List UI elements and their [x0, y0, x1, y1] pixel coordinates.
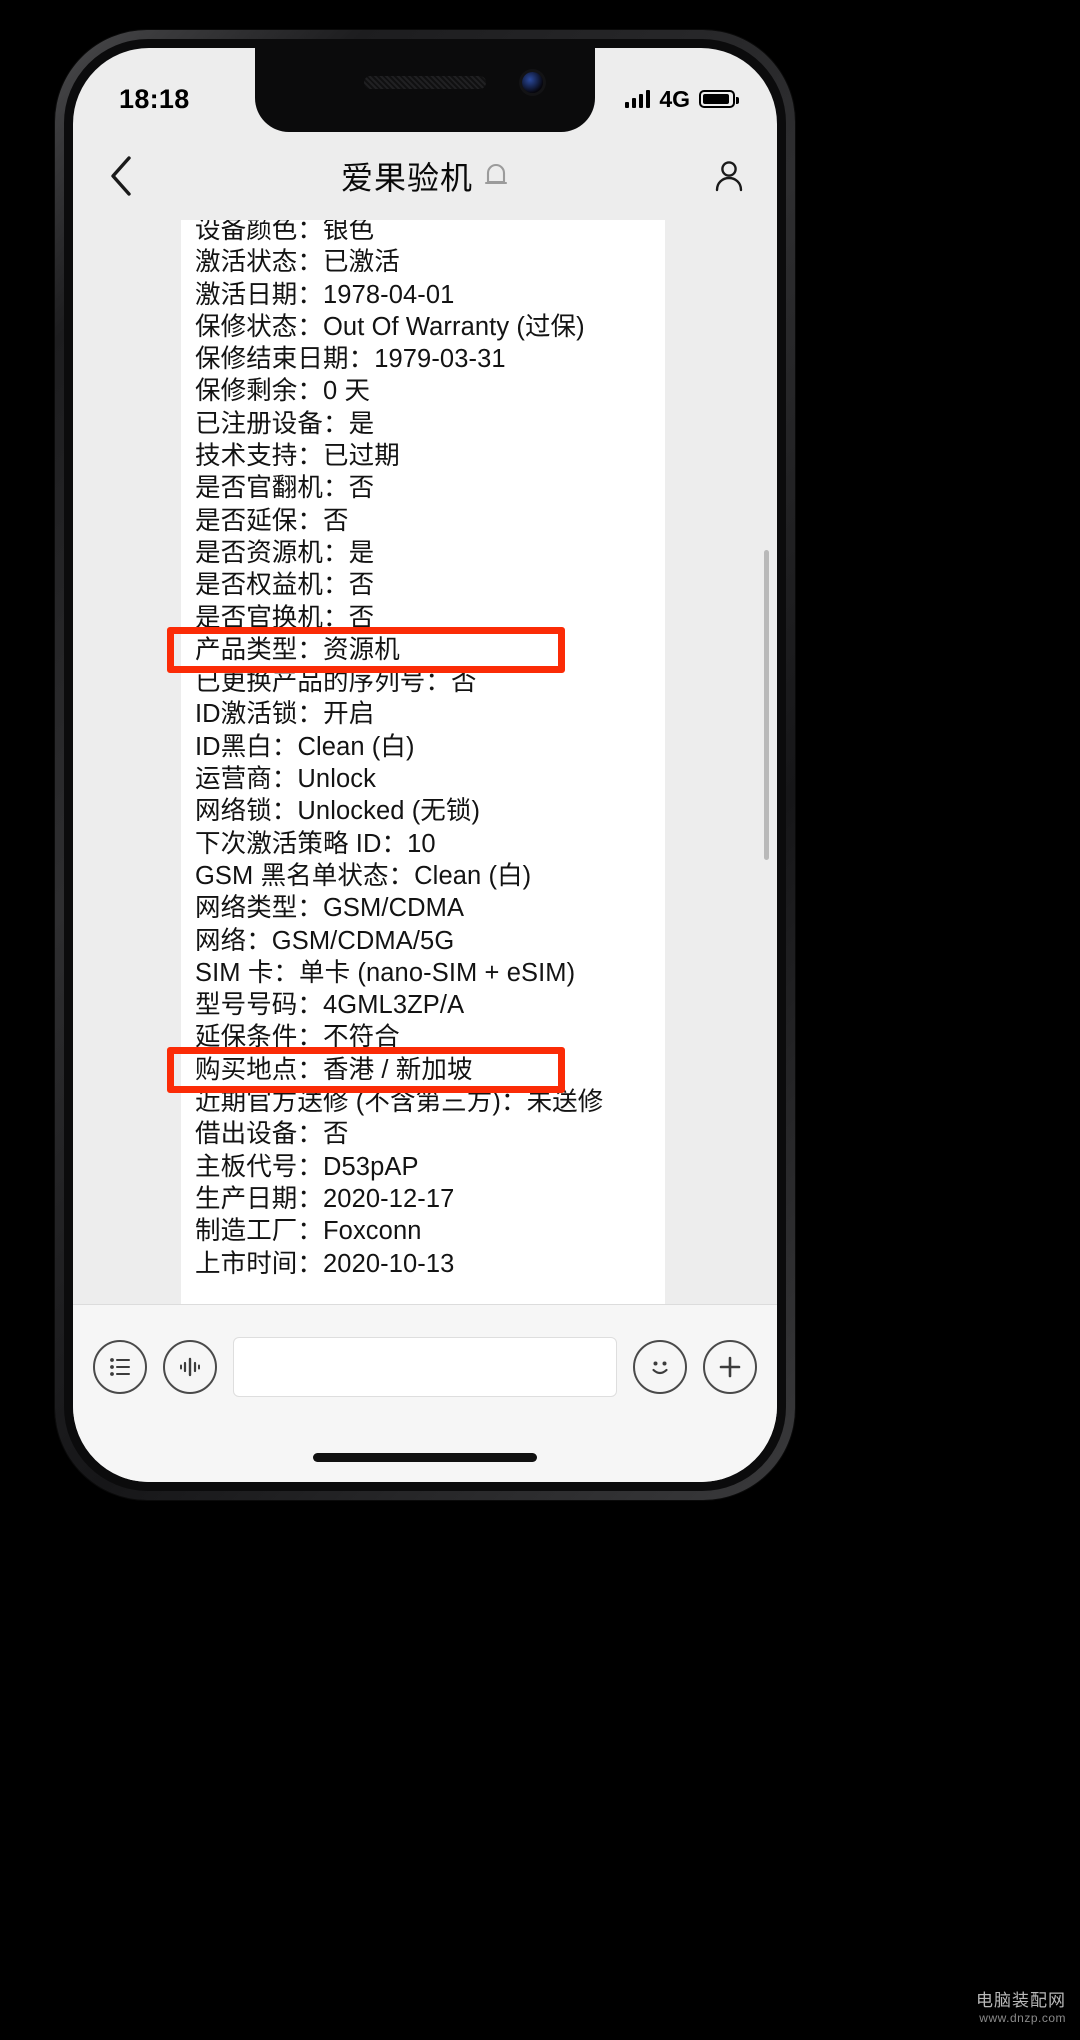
detail-line: 近期官方送修 (不含第三方)：未送修 — [195, 1088, 604, 1117]
detail-line: 主板代号：D53pAP — [195, 1152, 419, 1181]
detail-line: 是否资源机：是 — [195, 538, 375, 567]
watermark-site-name: 电脑装配网 — [976, 1990, 1066, 2010]
detail-line: 是否延保：否 — [195, 506, 349, 535]
profile-button[interactable] — [681, 132, 777, 220]
bell-muted-icon — [484, 164, 508, 185]
signal-bars-icon — [624, 90, 651, 108]
detail-line: GSM 黑名单状态：Clean (白) — [195, 861, 532, 890]
screenshot-stage: 18:18 4G 爱果验机 设备颜色：银色 激活状态：已激活 激活日期：1978… — [0, 0, 1080, 2040]
detail-line: SIM 卡：单卡 (nano-SIM + eSIM) — [195, 958, 576, 987]
phone-device-frame: 18:18 4G 爱果验机 设备颜色：银色 激活状态：已激活 激活日期：1978… — [55, 30, 795, 1500]
chat-input-row — [73, 1305, 777, 1413]
add-attachment-button[interactable] — [703, 1340, 757, 1394]
detail-line: 保修结束日期：1979-03-31 — [195, 345, 506, 374]
voice-wave-icon — [180, 1357, 200, 1377]
plus-circle-icon — [719, 1356, 741, 1378]
navigation-bar: 爱果验机 — [73, 132, 777, 220]
smiley-icon — [652, 1361, 668, 1375]
home-indicator[interactable] — [313, 1453, 537, 1462]
message-bubble: 设备颜色：银色激活状态：已激活激活日期：1978-04-01 保修状态：Out O… — [181, 220, 665, 1304]
detail-line: 网络锁：Unlocked (无锁) — [195, 797, 481, 826]
detail-line: 下次激活策略 ID：10 — [195, 829, 436, 858]
detail-line: 技术支持：已过期 — [195, 442, 400, 471]
detail-line: 运营商：Unlock — [195, 765, 376, 794]
person-icon — [715, 161, 743, 192]
watermark: 电脑装配网 www.dnzp.com — [976, 1990, 1066, 2026]
emoji-button[interactable] — [633, 1340, 687, 1394]
detail-line: 设备颜色：银色 — [195, 220, 375, 244]
detail-line: 制造工厂：Foxconn — [195, 1217, 422, 1246]
battery-icon — [699, 90, 739, 108]
detail-line: 是否官换机：否 — [195, 603, 375, 632]
back-button[interactable] — [73, 132, 169, 220]
page-title: 爱果验机 — [340, 160, 473, 196]
detail-line: 型号号码：4GML3ZP/A — [195, 991, 465, 1020]
status-bar: 18:18 4G — [73, 48, 777, 132]
list-menu-icon — [110, 1358, 130, 1376]
detail-line: 网络类型：GSM/CDMA — [195, 894, 465, 923]
status-bar-network: 4G — [659, 85, 690, 112]
detail-line: 网络：GSM/CDMA/5G — [195, 926, 455, 955]
detail-line: 延保条件：不符合 — [195, 1023, 400, 1052]
chat-message-list[interactable]: 设备颜色：银色激活状态：已激活激活日期：1978-04-01 保修状态：Out O… — [73, 220, 777, 1304]
detail-line: 生产日期：2020-12-17 — [195, 1184, 455, 1213]
detail-line: 激活日期：1978-04-01 — [195, 280, 455, 309]
navigation-title-group: 爱果验机 — [169, 153, 681, 199]
watermark-site-url: www.dnzp.com — [979, 2011, 1066, 2025]
detail-line: 购买地点：香港 / 新加坡 — [195, 1055, 473, 1084]
device-detail-lines: 设备颜色：银色激活状态：已激活激活日期：1978-04-01 保修状态：Out O… — [195, 220, 651, 1280]
detail-line: 激活状态：已激活 — [195, 248, 400, 277]
voice-input-button[interactable] — [163, 1340, 217, 1394]
phone-bezel: 18:18 4G 爱果验机 设备颜色：银色 激活状态：已激活 激活日期：1978… — [64, 39, 786, 1491]
detail-line: 保修剩余：0 天 — [195, 377, 371, 406]
chevron-left-icon — [111, 156, 131, 196]
detail-line: 是否权益机：否 — [195, 571, 375, 600]
message-input[interactable] — [233, 1337, 617, 1397]
detail-line: 上市时间：2020-10-13 — [195, 1249, 455, 1278]
detail-line: 已更换产品的序列号：否 — [195, 668, 477, 697]
detail-line: ID黑白：Clean (白) — [195, 732, 415, 761]
detail-line: 是否官翻机：否 — [195, 474, 375, 503]
status-bar-indicators: 4G — [624, 68, 739, 113]
detail-line: 产品类型：资源机 — [195, 635, 400, 664]
vertical-scrollbar[interactable] — [764, 550, 769, 860]
menu-button[interactable] — [93, 1340, 147, 1394]
detail-line: 借出设备：否 — [195, 1120, 349, 1149]
detail-line: 已注册设备：是 — [195, 409, 375, 438]
phone-screen: 18:18 4G 爱果验机 设备颜色：银色 激活状态：已激活 激活日期：1978… — [73, 48, 777, 1482]
status-bar-time: 18:18 — [119, 83, 190, 114]
chat-input-toolbar — [73, 1304, 777, 1482]
detail-line: ID激活锁：开启 — [195, 700, 375, 729]
detail-line: 保修状态：Out Of Warranty (过保) — [195, 312, 585, 341]
